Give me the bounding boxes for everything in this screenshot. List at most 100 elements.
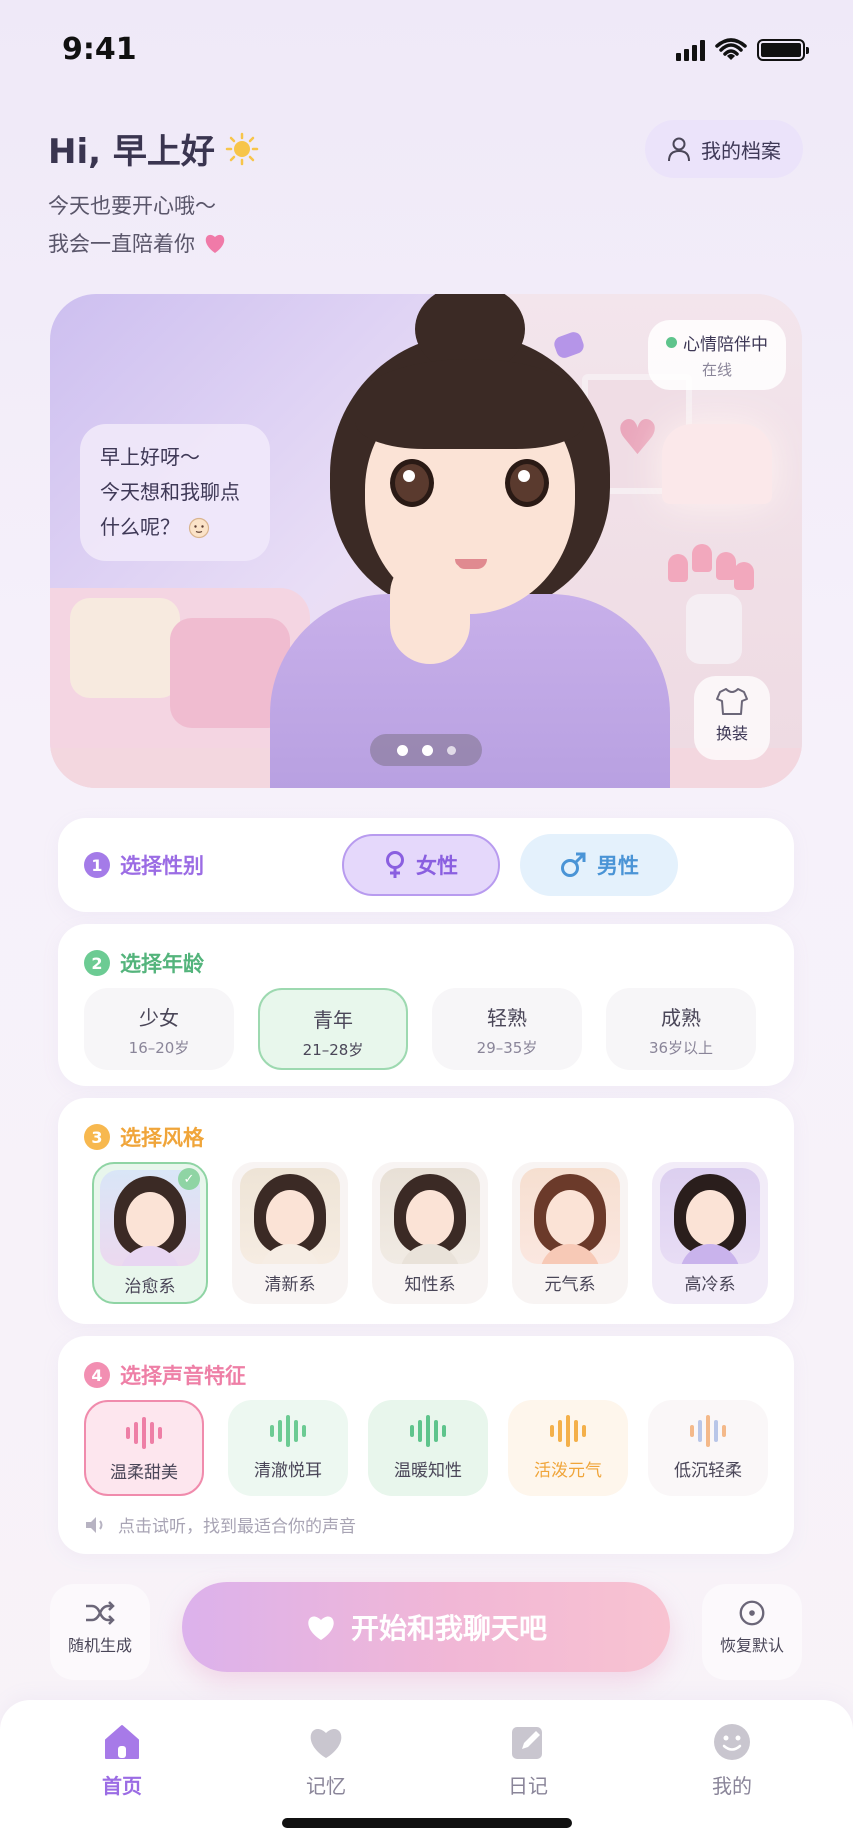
soundwave-icon — [368, 1414, 488, 1448]
my-profile-label: 我的档案 — [701, 138, 781, 163]
greeting-text: Hi, 早上好 — [48, 132, 215, 172]
subtitle-line2: 我会一直陪着你 — [48, 228, 227, 258]
speech-line3-row: 什么呢？ — [100, 510, 250, 545]
gender-female-button[interactable]: 女性 — [342, 834, 500, 896]
dress-up-button[interactable]: 换装 — [694, 676, 770, 760]
style-option[interactable]: 知性系 — [372, 1162, 488, 1304]
voice-option-label: 温柔甜美 — [110, 1463, 178, 1483]
age-option-label: 青年 — [313, 1008, 353, 1032]
age-option-range: 29–35岁 — [476, 1039, 538, 1057]
speech-line3: 什么呢？ — [100, 515, 180, 539]
gender-male-label: 男性 — [597, 854, 639, 878]
age-option[interactable]: 成熟 36岁以上 — [606, 988, 756, 1070]
style-option-label: 高冷系 — [684, 1275, 736, 1295]
gender-male-button[interactable]: 男性 — [520, 834, 678, 896]
style-option-label: 元气系 — [544, 1275, 596, 1295]
age-option-label: 轻熟 — [487, 1006, 527, 1030]
tab-diary-label: 日记 — [508, 1774, 548, 1798]
style-avatar — [520, 1168, 620, 1264]
gender-section-title: 1 选择性别 — [84, 850, 204, 880]
greeting-title: Hi, 早上好 — [48, 124, 259, 173]
age-section: 2 选择年龄 少女 16–20岁 青年 21–28岁 轻熟 29–35岁 成熟 … — [58, 924, 794, 1086]
start-chat-button[interactable]: 开始和我聊天吧 — [182, 1582, 670, 1672]
style-option-selected[interactable]: ✓ 治愈系 — [92, 1162, 208, 1304]
companion-hero-card[interactable]: ♥ 早上好呀～ 今天想和我聊点 什么呢？ 心情陪伴中 在线 换装 — [50, 294, 802, 788]
gender-title: 选择性别 — [120, 854, 204, 878]
online-dot-icon — [666, 337, 677, 348]
age-option-label: 少女 — [139, 1006, 179, 1030]
voice-hint-text: 点击试听，找到最适合你的声音 — [118, 1517, 356, 1537]
style-section: 3 选择风格 ✓ 治愈系 清新系 知性系 元气系 高冷系 — [58, 1098, 794, 1324]
voice-option[interactable]: 低沉轻柔 — [648, 1400, 768, 1496]
heart-icon — [308, 1616, 334, 1640]
tab-memory[interactable]: 记忆 — [266, 1720, 386, 1799]
style-option[interactable]: 清新系 — [232, 1162, 348, 1304]
speech-line1: 早上好呀～ — [100, 445, 200, 469]
style-option[interactable]: 高冷系 — [652, 1162, 768, 1304]
subtitle-line1: 今天也要开心哦～ — [48, 194, 216, 218]
voice-option-selected[interactable]: 温柔甜美 — [84, 1400, 204, 1496]
style-option[interactable]: 元气系 — [512, 1162, 628, 1304]
wifi-icon — [715, 38, 747, 60]
style-avatar — [240, 1168, 340, 1264]
style-option-label: 治愈系 — [124, 1277, 176, 1297]
age-option[interactable]: 少女 16–20岁 — [84, 988, 234, 1070]
style-title: 选择风格 — [120, 1126, 204, 1150]
tab-mine-label: 我的 — [712, 1774, 752, 1798]
tab-mine[interactable]: 我的 — [672, 1720, 792, 1799]
step-number: 1 — [84, 852, 110, 878]
age-option-range: 16–20岁 — [128, 1039, 190, 1057]
tab-memory-label: 记忆 — [306, 1774, 346, 1798]
home-indicator — [282, 1818, 572, 1828]
voice-option-label: 温暖知性 — [394, 1461, 462, 1481]
soundwave-icon — [228, 1414, 348, 1448]
voice-section-title: 4 选择声音特征 — [84, 1360, 246, 1390]
reset-icon — [739, 1600, 765, 1626]
my-profile-button[interactable]: 我的档案 — [645, 120, 803, 178]
carousel-indicator[interactable] — [370, 734, 482, 766]
voice-hint: 点击试听，找到最适合你的声音 — [84, 1512, 356, 1537]
carousel-dot[interactable] — [446, 745, 456, 755]
soundwave-icon — [508, 1414, 628, 1448]
tab-home[interactable]: 首页 — [62, 1720, 182, 1799]
reset-default-button[interactable]: 恢复默认 — [702, 1584, 802, 1680]
pink-heart-icon — [205, 234, 225, 253]
companion-avatar-illustration — [250, 294, 690, 788]
male-symbol-icon — [561, 852, 586, 877]
signal-icon — [676, 39, 705, 61]
dress-up-label: 换装 — [715, 724, 748, 743]
random-generate-label: 随机生成 — [67, 1636, 132, 1655]
voice-option-label: 活泼元气 — [534, 1461, 602, 1481]
mood-title: 心情陪伴中 — [683, 335, 768, 355]
status-time: 9:41 — [62, 32, 137, 67]
mood-status: 在线 — [701, 361, 732, 379]
age-title: 选择年龄 — [120, 952, 204, 976]
age-section-title: 2 选择年龄 — [84, 948, 204, 978]
female-symbol-icon — [386, 851, 404, 878]
voice-option[interactable]: 清澈悦耳 — [228, 1400, 348, 1496]
step-number: 2 — [84, 950, 110, 976]
voice-section: 4 选择声音特征 温柔甜美 清澈悦耳 温暖知性 活泼元气 低沉轻柔 点击试听，找… — [58, 1336, 794, 1554]
random-generate-button[interactable]: 随机生成 — [50, 1584, 150, 1680]
age-option-selected[interactable]: 青年 21–28岁 — [258, 988, 408, 1070]
tab-diary[interactable]: 日记 — [468, 1720, 588, 1799]
voice-option[interactable]: 活泼元气 — [508, 1400, 628, 1496]
speech-bubble: 早上好呀～ 今天想和我聊点 什么呢？ — [80, 424, 270, 561]
voice-option[interactable]: 温暖知性 — [368, 1400, 488, 1496]
style-avatar — [660, 1168, 760, 1264]
shy-face-icon — [188, 517, 210, 538]
voice-option-label: 清澈悦耳 — [254, 1461, 322, 1481]
carousel-dot[interactable] — [421, 744, 433, 756]
shuffle-icon — [86, 1601, 115, 1625]
heart-icon — [310, 1729, 342, 1758]
style-section-title: 3 选择风格 — [84, 1122, 204, 1152]
step-number: 3 — [84, 1124, 110, 1150]
carousel-dot[interactable] — [396, 744, 408, 756]
step-number: 4 — [84, 1362, 110, 1388]
age-option[interactable]: 轻熟 29–35岁 — [432, 988, 582, 1070]
voice-title: 选择声音特征 — [120, 1364, 246, 1388]
age-option-range: 36岁以上 — [648, 1039, 714, 1057]
style-option-label: 清新系 — [264, 1275, 316, 1295]
voice-option-label: 低沉轻柔 — [674, 1461, 742, 1481]
speech-line2: 今天想和我聊点 — [100, 480, 240, 504]
